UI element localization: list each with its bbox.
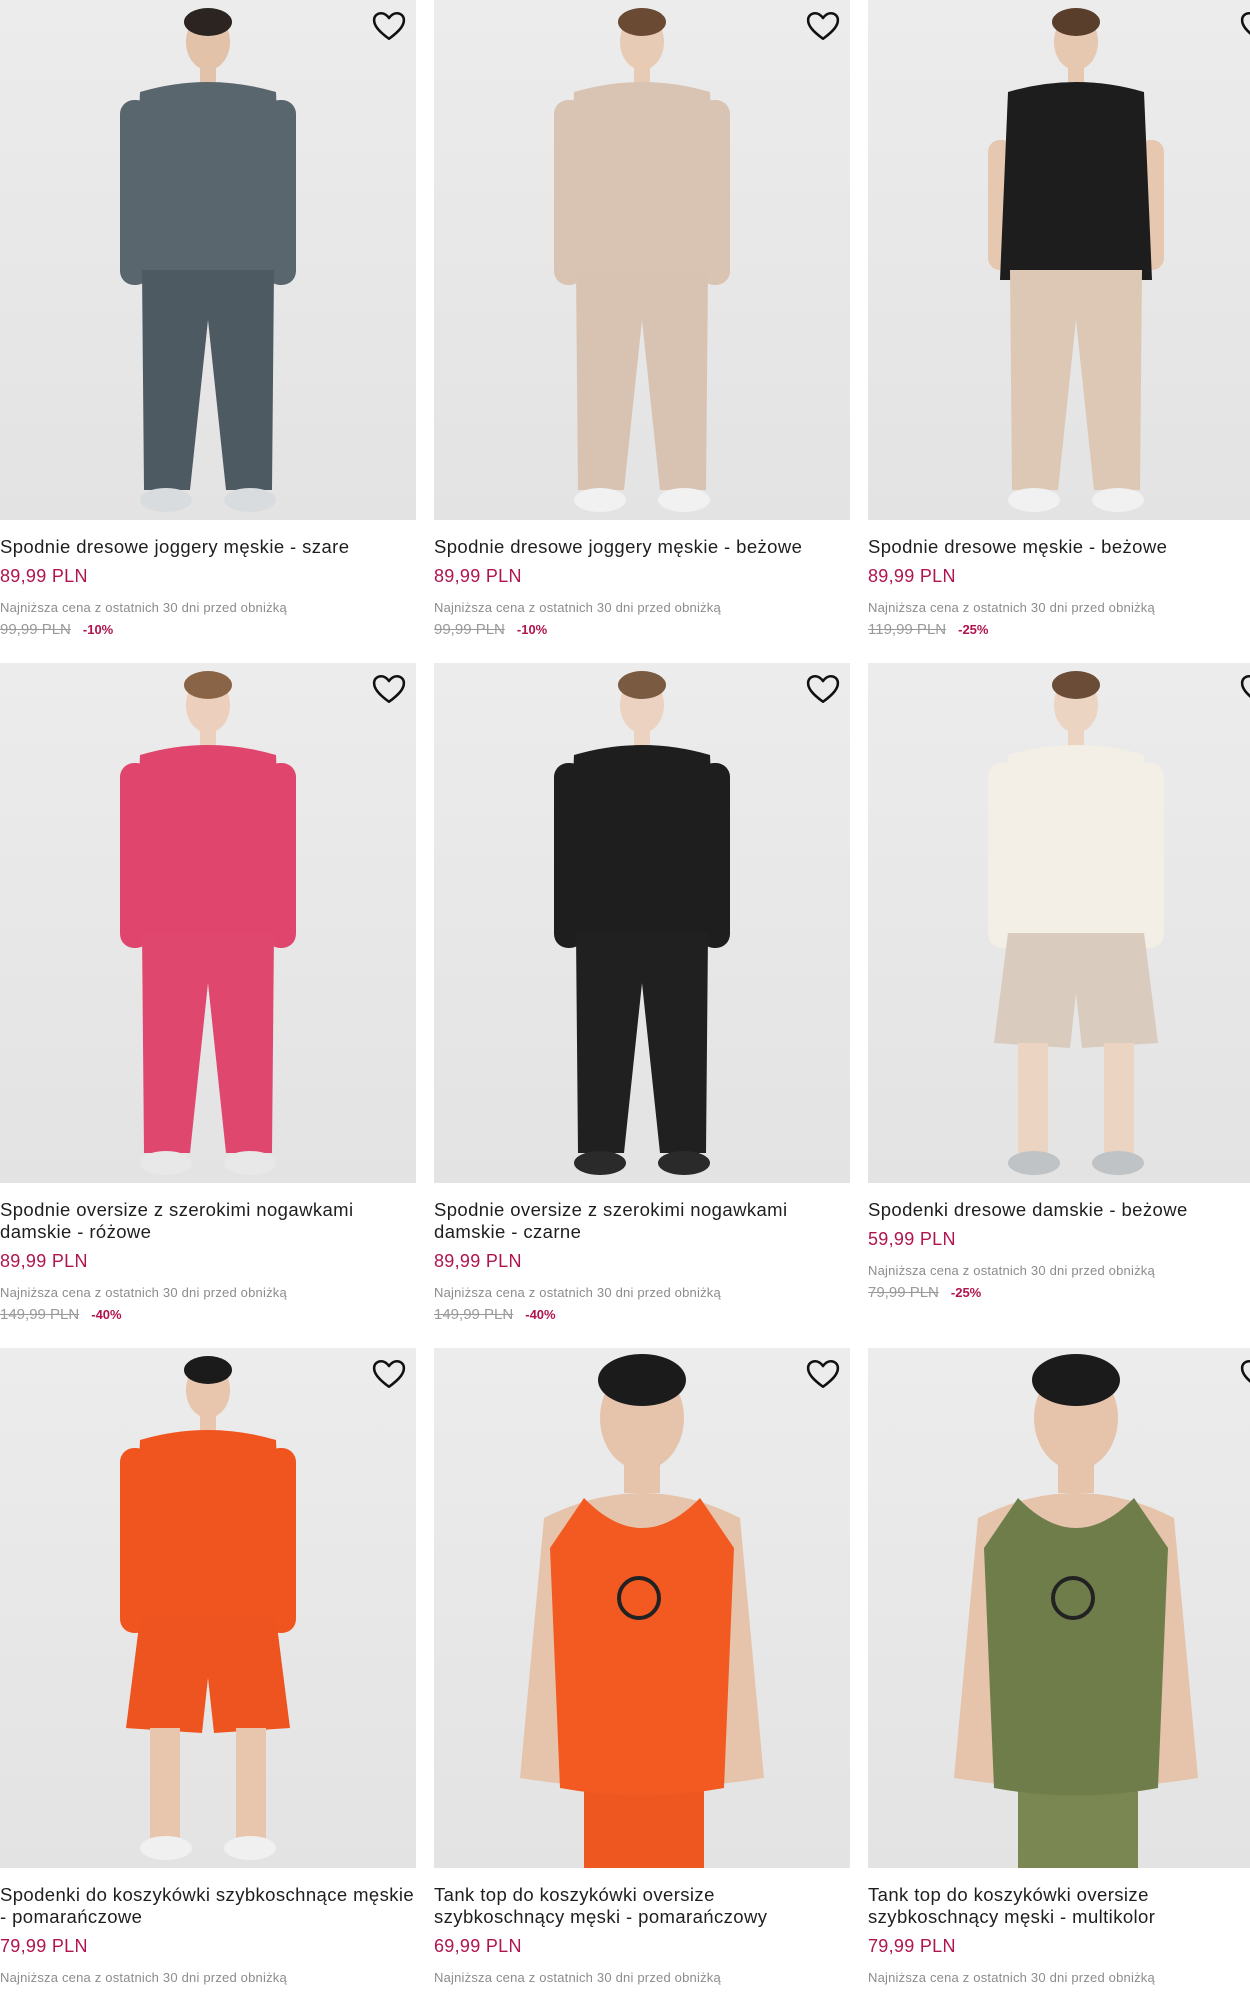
lowest-price-note: Najniższa cena z ostatnich 30 dni przed …: [434, 600, 721, 615]
old-price: 119,99 PLN: [868, 621, 947, 638]
product-card[interactable]: Tank top do koszykówki oversize szybkosc…: [868, 1348, 1250, 1985]
product-name[interactable]: Spodnie oversize z szerokimi nogawkami d…: [0, 1199, 416, 1243]
product-image[interactable]: [434, 0, 850, 520]
old-price: 99,99 PLN: [0, 621, 71, 638]
product-price: 69,99 PLN: [434, 1936, 522, 1956]
discount-badge: -10%: [516, 622, 548, 637]
heart-icon[interactable]: [1240, 1357, 1250, 1391]
old-price-row: 149,99 PLN -40%: [434, 1306, 850, 1323]
product-photo-model: [520, 1354, 764, 1868]
product-photo-model: [554, 8, 730, 512]
discount-badge: -40%: [525, 1307, 556, 1322]
product-image[interactable]: [0, 0, 416, 520]
product-card[interactable]: Spodnie oversize z szerokimi nogawkami d…: [0, 663, 416, 1323]
heart-icon[interactable]: [1240, 672, 1250, 706]
old-price-row: 149,99 PLN -40%: [0, 1306, 416, 1323]
product-price: 79,99 PLN: [0, 1936, 88, 1956]
product-image[interactable]: [868, 0, 1250, 520]
lowest-price-note: Najniższa cena z ostatnich 30 dni przed …: [868, 1970, 1155, 1985]
product-photo-model: [120, 671, 296, 1175]
discount-badge: -40%: [91, 1307, 122, 1322]
product-image[interactable]: [868, 663, 1250, 1183]
product-name[interactable]: Tank top do koszykówki oversize szybkosc…: [868, 1884, 1250, 1928]
product-photo-model: [988, 671, 1164, 1175]
product-photo-model: [954, 1354, 1198, 1868]
lowest-price-note: Najniższa cena z ostatnich 30 dni przed …: [868, 600, 1155, 615]
product-name[interactable]: Tank top do koszykówki oversize szybkosc…: [434, 1884, 850, 1928]
lowest-price-note: Najniższa cena z ostatnich 30 dni przed …: [0, 600, 287, 615]
heart-icon[interactable]: [806, 9, 840, 43]
old-price: 149,99 PLN: [0, 1306, 80, 1323]
lowest-price-note: Najniższa cena z ostatnich 30 dni przed …: [434, 1970, 721, 1985]
old-price-row: 79,99 PLN -25%: [868, 1284, 1250, 1301]
discount-badge: -25%: [950, 1285, 982, 1300]
product-image[interactable]: [434, 1348, 850, 1868]
lowest-price-note: Najniższa cena z ostatnich 30 dni przed …: [0, 1970, 287, 1985]
heart-icon[interactable]: [372, 672, 406, 706]
discount-badge: -10%: [82, 622, 114, 637]
product-image[interactable]: [434, 663, 850, 1183]
product-price: 89,99 PLN: [0, 566, 88, 586]
product-card[interactable]: Spodnie oversize z szerokimi nogawkami d…: [434, 663, 850, 1323]
product-price: 59,99 PLN: [868, 1229, 956, 1249]
old-price-row: 99,99 PLN -10%: [0, 621, 416, 638]
product-card[interactable]: Spodnie dresowe joggery męskie - beżowe …: [434, 0, 850, 638]
old-price: 99,99 PLN: [434, 621, 505, 638]
old-price: 79,99 PLN: [868, 1284, 939, 1301]
heart-icon[interactable]: [806, 1357, 840, 1391]
product-card[interactable]: Spodnie dresowe joggery męskie - szare 8…: [0, 0, 416, 638]
product-photo-model: [988, 8, 1164, 512]
product-price: 89,99 PLN: [434, 566, 522, 586]
product-card[interactable]: Spodenki do koszykówki szybkoschnące męs…: [0, 1348, 416, 1985]
heart-icon[interactable]: [372, 9, 406, 43]
lowest-price-note: Najniższa cena z ostatnich 30 dni przed …: [868, 1263, 1155, 1278]
heart-icon[interactable]: [1240, 9, 1250, 43]
product-name[interactable]: Spodenki dresowe damskie - beżowe: [868, 1199, 1250, 1221]
product-name[interactable]: Spodenki do koszykówki szybkoschnące męs…: [0, 1884, 416, 1928]
lowest-price-note: Najniższa cena z ostatnich 30 dni przed …: [434, 1285, 721, 1300]
product-price: 89,99 PLN: [868, 566, 956, 586]
old-price-row: 99,99 PLN -10%: [434, 621, 850, 638]
discount-badge: -25%: [958, 622, 989, 637]
product-photo-model: [120, 1356, 296, 1860]
product-card[interactable]: Tank top do koszykówki oversize szybkosc…: [434, 1348, 850, 1985]
heart-icon[interactable]: [372, 1357, 406, 1391]
product-name[interactable]: Spodnie dresowe joggery męskie - beżowe: [434, 536, 850, 558]
product-name[interactable]: Spodnie dresowe joggery męskie - szare: [0, 536, 416, 558]
lowest-price-note: Najniższa cena z ostatnich 30 dni przed …: [0, 1285, 287, 1300]
product-image[interactable]: [0, 1348, 416, 1868]
product-card[interactable]: Spodnie dresowe męskie - beżowe 89,99 PL…: [868, 0, 1250, 638]
old-price-row: 119,99 PLN -25%: [868, 621, 1250, 638]
product-photo-model: [554, 671, 730, 1175]
heart-icon[interactable]: [806, 672, 840, 706]
product-image[interactable]: [868, 1348, 1250, 1868]
product-price: 89,99 PLN: [434, 1251, 522, 1271]
old-price: 149,99 PLN: [434, 1306, 514, 1323]
product-price: 89,99 PLN: [0, 1251, 88, 1271]
product-price: 79,99 PLN: [868, 1936, 956, 1956]
product-photo-model: [120, 8, 296, 512]
product-name[interactable]: Spodnie dresowe męskie - beżowe: [868, 536, 1250, 558]
product-image[interactable]: [0, 663, 416, 1183]
product-card[interactable]: Spodenki dresowe damskie - beżowe 59,99 …: [868, 663, 1250, 1301]
product-name[interactable]: Spodnie oversize z szerokimi nogawkami d…: [434, 1199, 850, 1243]
